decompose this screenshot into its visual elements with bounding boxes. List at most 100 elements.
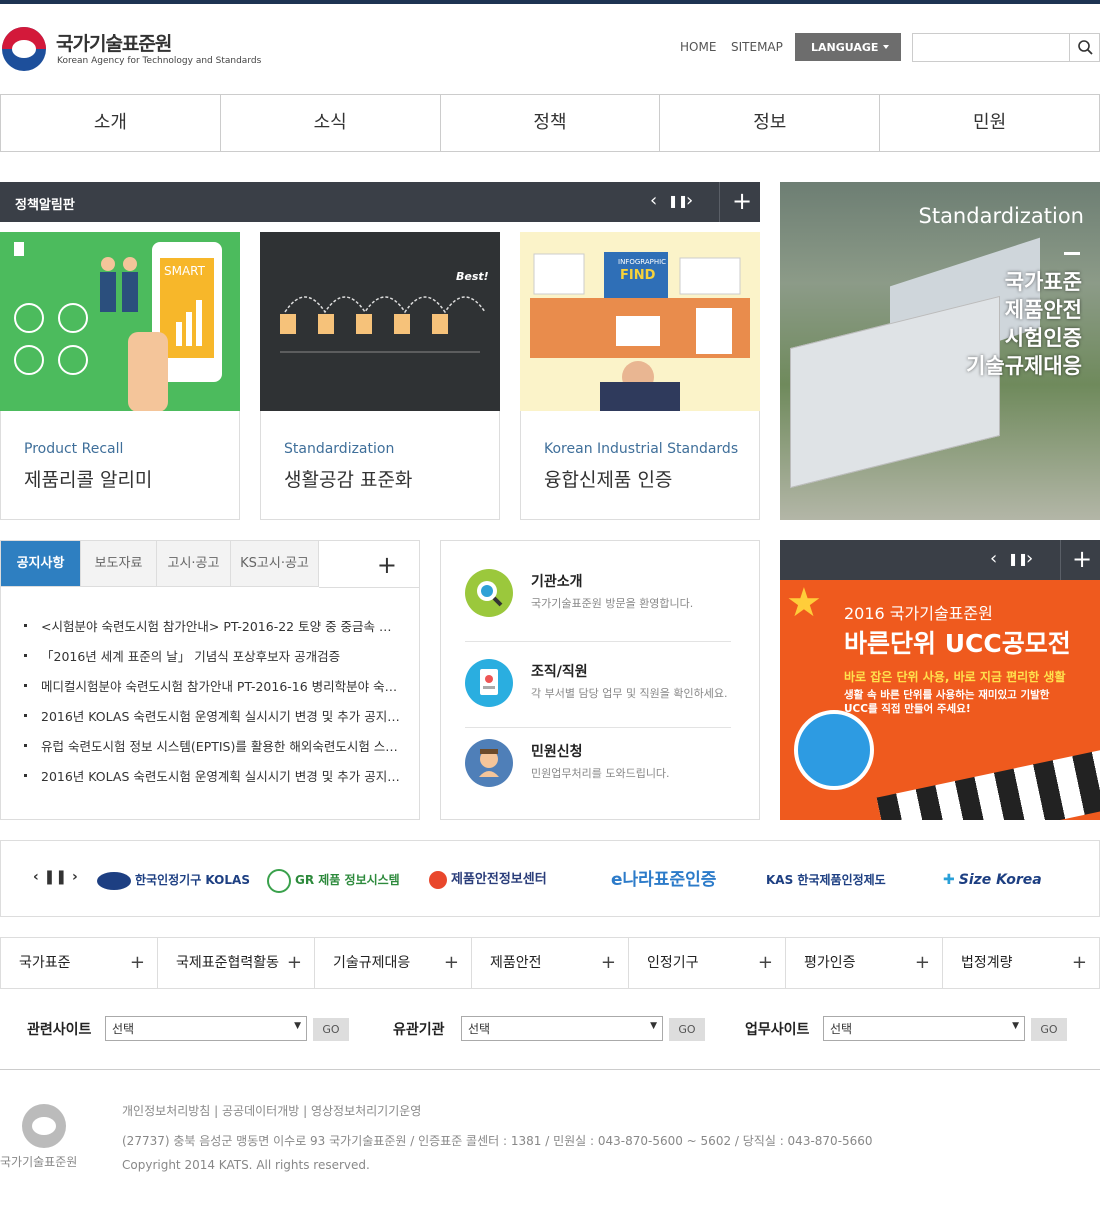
next-arrow-icon[interactable]: › xyxy=(1026,548,1033,570)
category-bar: 국가표준 + 국제표준협력활동 + 기술규제대응 + 제품안전 + 인정기구 + 평가인증… xyxy=(0,937,1100,989)
prev-arrow-icon[interactable]: ‹ xyxy=(990,548,997,570)
nav-civil[interactable]: 민원 xyxy=(880,95,1099,151)
category-label: 국제표준협력활동 xyxy=(176,955,280,971)
nav-about[interactable]: 소개 xyxy=(1,95,221,151)
tab-ks-announce[interactable]: KS고시·공고 xyxy=(231,541,319,587)
work-site-dropdown[interactable]: 선택 ▼ xyxy=(823,1016,1025,1041)
banner-controls[interactable]: ‹ ❚❚ › xyxy=(33,869,78,885)
prev-arrow-icon[interactable]: ‹ xyxy=(650,190,657,212)
hero-keyword: 국가표준 xyxy=(1004,270,1082,294)
banner-gr[interactable]: GR 제품 정보시스템 xyxy=(267,865,400,895)
tab-notice[interactable]: 공지사항 xyxy=(1,541,81,587)
list-item[interactable]: 메디컬시험분야 숙련도시험 참가안내 PT-2016-16 병리학분야 숙련..… xyxy=(23,676,403,706)
banner-label: 한국인정기구 KOLAS xyxy=(135,873,250,887)
category-label: 국가표준 xyxy=(19,955,71,971)
search-input[interactable] xyxy=(913,34,1069,61)
go-button[interactable]: GO xyxy=(1031,1018,1067,1041)
category-item[interactable]: 평가인증 + xyxy=(786,938,943,988)
category-item[interactable]: 기술규제대응 + xyxy=(315,938,472,988)
tab-announce[interactable]: 고시·공고 xyxy=(157,541,231,587)
caret-down-icon xyxy=(883,45,889,49)
divider xyxy=(1060,540,1061,580)
more-plus-icon[interactable]: + xyxy=(732,188,752,214)
sitemap-link[interactable]: SITEMAP xyxy=(731,40,783,54)
related-site-select: 관련사이트 선택 ▼ GO xyxy=(27,1016,349,1042)
home-link[interactable]: HOME xyxy=(680,40,716,54)
best-label: Best! xyxy=(456,270,489,283)
category-label: 인정기구 xyxy=(647,955,699,971)
tab-press[interactable]: 보도자료 xyxy=(81,541,157,587)
card-en-title: Korean Industrial Standards xyxy=(544,441,739,457)
search-button[interactable] xyxy=(1069,34,1099,61)
next-arrow-icon[interactable]: › xyxy=(686,190,693,212)
category-label: 기술규제대응 xyxy=(333,955,411,971)
select-value: 선택 xyxy=(112,1022,135,1036)
gr-logo-icon xyxy=(267,868,291,893)
logo-english: Korean Agency for Technology and Standar… xyxy=(57,56,262,66)
magnifier-icon xyxy=(465,569,513,617)
policy-board-header: 정책알림판 ‹ ❚❚ › + xyxy=(0,182,760,222)
category-item[interactable]: 법정계량 + xyxy=(943,938,1099,988)
ucc-line1: 2016 국가기술표준원 xyxy=(844,604,993,623)
language-dropdown[interactable]: LANGUAGE xyxy=(795,33,901,61)
nav-info[interactable]: 정보 xyxy=(660,95,881,151)
notice-list: <시험분야 숙련도시험 참가안내> PT-2016-22 토양 중 중금속 성분… xyxy=(23,616,403,796)
infographic-illustration: INFOGRAPHIC FIND xyxy=(520,232,760,411)
nav-news[interactable]: 소식 xyxy=(221,95,441,151)
hero-dash xyxy=(1064,252,1080,255)
card-kr-title: 제품리콜 알리미 xyxy=(24,469,153,491)
category-item[interactable]: 제품안전 + xyxy=(472,938,629,988)
card-kr-title: 융합신제품 인증 xyxy=(544,469,673,491)
ucc-contest-banner[interactable]: ‹ ❚❚ › + ★ 2016 국가기술표준원 바른단위 UCC공모전 바로 잡… xyxy=(780,540,1100,820)
kolas-logo-icon xyxy=(97,871,131,890)
policy-card-recall[interactable]: SMART Product Recall 제품리콜 알리미 xyxy=(0,232,240,520)
nav-policy[interactable]: 정책 xyxy=(441,95,661,151)
select-label: 관련사이트 xyxy=(27,1022,92,1038)
go-button[interactable]: GO xyxy=(313,1018,349,1041)
banner-enara[interactable]: e나라표준인증 xyxy=(611,865,716,895)
list-item[interactable]: 2016년 KOLAS 숙련도시험 운영계획 실시시기 변경 및 추가 공지 안… xyxy=(23,766,403,796)
list-item[interactable]: <시험분야 숙련도시험 참가안내> PT-2016-22 토양 중 중금속 성분… xyxy=(23,616,403,646)
search-icon xyxy=(1078,40,1093,55)
policy-card-certification[interactable]: INFOGRAPHIC FIND Korean Industrial Stand… xyxy=(520,232,760,520)
logo-korean: 국가기술표준원 xyxy=(56,33,172,55)
more-plus-icon[interactable]: + xyxy=(377,551,397,579)
related-site-dropdown[interactable]: 선택 ▼ xyxy=(105,1016,307,1041)
category-item[interactable]: 국가표준 + xyxy=(1,938,158,988)
list-item[interactable]: 유럽 숙련도시험 정보 시스템(EPTIS)를 활용한 해외숙련도시험 스킴 .… xyxy=(23,736,403,766)
list-item[interactable]: 2016년 KOLAS 숙련도시험 운영계획 실시시기 변경 및 추가 공지 안… xyxy=(23,706,403,736)
banner-kolas[interactable]: 한국인정기구 KOLAS xyxy=(97,865,250,895)
hero-keyword: 제품안전 xyxy=(1004,298,1082,322)
policy-board-title: 정책알림판 xyxy=(15,198,75,213)
hero-banner[interactable]: Standardization 국가표준 제품안전 시험인증 기술규제대응 xyxy=(780,182,1100,520)
id-card-icon xyxy=(465,659,513,707)
more-plus-icon[interactable]: + xyxy=(1072,546,1092,572)
go-button[interactable]: GO xyxy=(669,1018,705,1041)
category-item[interactable]: 인정기구 + xyxy=(629,938,786,988)
agency-dropdown[interactable]: 선택 ▼ xyxy=(461,1016,663,1041)
footer-links[interactable]: 개인정보처리방침 | 공공데이터개방 | 영상정보처리기기운영 xyxy=(122,1102,421,1119)
policy-card-standardization[interactable]: Best! Standardization 생활공감 표준화 xyxy=(260,232,500,520)
hero-title: Standardization xyxy=(918,204,1085,228)
hero-keyword: 기술규제대응 xyxy=(966,354,1082,378)
banner-kas[interactable]: KAS 한국제품인정제도 xyxy=(766,865,886,895)
divider xyxy=(465,641,731,642)
person-avatar-icon xyxy=(465,739,513,787)
banner-zone: ‹ ❚❚ › 한국인정기구 KOLAS GR 제품 정보시스템 제품안전정보센터… xyxy=(0,840,1100,917)
banner-label: 제품안전정보센터 xyxy=(451,872,547,887)
building-image xyxy=(790,295,1000,489)
quick-item-about[interactable]: 기관소개 국가기술표준원 방문을 환영합니다. xyxy=(465,569,735,649)
banner-safety[interactable]: 제품안전정보센터 xyxy=(429,865,547,895)
banner-label: Size Korea xyxy=(958,872,1042,888)
list-item[interactable]: 「2016년 세계 표준의 날」 기념식 포상후보자 공개검증 xyxy=(23,646,403,676)
thumbs-up-timeline-icon xyxy=(280,296,486,353)
quick-item-civil[interactable]: 민원신청 민원업무처리를 도와드립니다. xyxy=(465,739,735,819)
agency-select: 유관기관 선택 ▼ GO xyxy=(393,1016,713,1042)
category-item[interactable]: 국제표준협력활동 + xyxy=(158,938,315,988)
chalkboard-illustration: Best! xyxy=(260,232,500,411)
card-kr-title: 생활공감 표준화 xyxy=(284,469,413,491)
banner-sizekorea[interactable]: ✚ Size Korea xyxy=(943,865,1042,895)
dropdown-arrow-icon: ▼ xyxy=(650,1021,657,1031)
ucc-line4: 생활 속 바른 단위를 사용하는 재미있고 기발한 UCC를 직접 만들어 주세… xyxy=(844,689,1050,715)
site-logo[interactable]: 국가기술표준원 Korean Agency for Technology and… xyxy=(0,25,262,75)
